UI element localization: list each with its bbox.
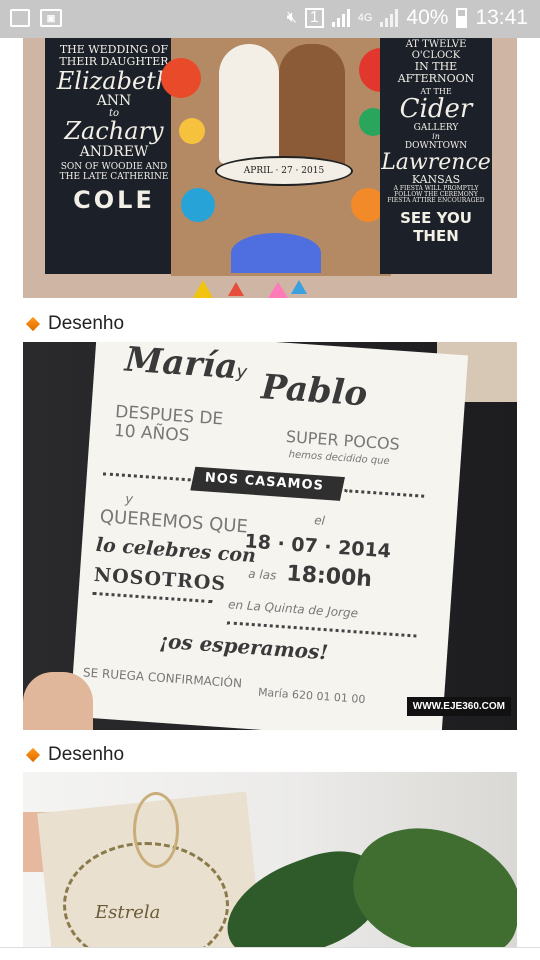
feed-image-kraft-tag[interactable]: Estrela — [23, 772, 517, 952]
invite-text: NOSOTROS — [93, 563, 227, 596]
invite-time: 18:00h — [285, 561, 373, 593]
status-bar: ▣ 🔇︎ 1 4G 40% 13:41 — [0, 0, 540, 38]
date-banner: APRIL · 27 · 2015 — [215, 156, 353, 186]
image-caption: Desenho — [25, 744, 125, 766]
invite-text: lo celebres con — [95, 533, 257, 568]
invite-closing: SEE YOU THEN — [400, 208, 472, 245]
network-type-label: 4G — [357, 11, 373, 24]
invite-text: AT TWELVE O'CLOCK — [405, 39, 467, 61]
invite-text: y — [124, 491, 134, 508]
invite-name: Pablo — [259, 367, 369, 415]
invite-date: 18 · 07 · 2014 — [243, 530, 392, 563]
invite-text: SE RUEGA CONFIRMACIÓN — [82, 665, 243, 691]
mute-icon: 🔇︎ — [286, 9, 297, 26]
caption-text: Desenho — [48, 313, 125, 334]
invite-text: ¡os esperamos! — [158, 628, 329, 665]
invite-ampersand: y — [235, 361, 248, 384]
invite-text: FIESTA ATTIRE ENCOURAGED — [387, 197, 485, 205]
signal-strength-icon — [380, 9, 399, 27]
invite-venue: Cider — [399, 94, 473, 125]
invitation-card: María y Pablo DESPUES DE 10 AÑOS SUPER P… — [69, 342, 469, 730]
invite-text: THEIR DAUGHTER — [59, 54, 169, 68]
battery-icon — [456, 8, 468, 28]
invite-text: QUEREMOS QUE — [99, 506, 249, 538]
invite-text: a las — [247, 566, 277, 583]
signal-icon — [331, 9, 350, 27]
invite-surname: COLE — [73, 186, 155, 215]
invite-text: KANSAS — [411, 173, 461, 187]
invite-text: en La Quinta de Jorge — [227, 597, 359, 621]
battery-percent: 40% — [406, 6, 449, 29]
invitation-illustration: APRIL · 27 · 2015 — [161, 38, 403, 276]
invite-text: IN THE AFTERNOON — [397, 60, 475, 85]
invite-name: María — [123, 342, 239, 388]
clock: 13:41 — [475, 6, 528, 29]
invite-text: DESPUES DE 10 AÑOS — [113, 401, 224, 446]
caption-text: Desenho — [48, 744, 125, 765]
invitation-right-panel: AT TWELVE O'CLOCK IN THE AFTERNOON AT TH… — [380, 38, 492, 274]
invite-name: Zachary — [64, 117, 164, 146]
invite-text: THE LATE CATHERINE — [59, 171, 169, 182]
image-caption: Desenho — [25, 313, 125, 335]
invite-city: Lawrence — [381, 150, 491, 176]
bottom-navigation-bar — [0, 947, 540, 960]
app-notification-icon: ▣ — [40, 9, 62, 27]
image-watermark: WWW.EJE360.COM — [406, 697, 511, 716]
invite-text: el — [313, 513, 326, 528]
invite-text: ANN — [96, 93, 132, 110]
invite-text: María 620 01 01 00 — [257, 685, 366, 707]
feed-image-invitation-maria-pablo[interactable]: María y Pablo DESPUES DE 10 AÑOS SUPER P… — [23, 342, 517, 730]
diamond-bullet-icon — [25, 316, 41, 332]
image-notification-icon — [10, 9, 30, 27]
feed-image-invitation-fiesta[interactable]: THE WEDDING OF THEIR DAUGHTER Elizabeth … — [23, 38, 517, 298]
sim-icon: 1 — [304, 8, 324, 28]
invite-text: THE WEDDING OF — [59, 43, 169, 56]
diamond-bullet-icon — [25, 747, 41, 763]
tag-text: Estrela — [95, 902, 161, 923]
invite-text: ANDREW — [79, 143, 149, 160]
